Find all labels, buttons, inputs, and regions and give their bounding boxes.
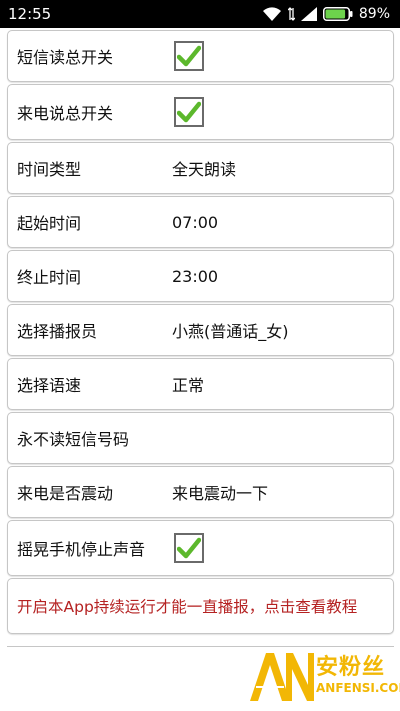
call-vibrate-row[interactable]: 来电是否震动 来电震动一下 [7, 466, 394, 518]
watermark-en: ANFENSI.COM [316, 680, 400, 695]
keep-running-notice-text: 开启本App持续运行才能一直播报，点击查看教程 [17, 598, 358, 616]
speech-rate-label: 选择语速 [17, 376, 82, 395]
watermark-cn: 安粉丝 [316, 654, 386, 680]
watermark-an-logo [246, 647, 316, 703]
status-time: 12:55 [8, 5, 52, 23]
shake-stop-label: 摇晃手机停止声音 [17, 540, 146, 559]
battery-icon [322, 7, 353, 21]
watermark-logo-icon [250, 653, 314, 701]
call-vibrate-value: 来电震动一下 [172, 484, 269, 503]
time-type-value: 全天朗读 [172, 160, 237, 179]
speech-rate-value: 正常 [172, 376, 205, 395]
settings-list: 短信读总开关 来电说总开关 时间类型 全天朗读 起始时间 07:00 终止时间 … [7, 30, 394, 636]
checkmark-icon [177, 101, 201, 123]
start-time-value: 07:00 [172, 212, 219, 232]
data-arrows-icon [287, 7, 295, 21]
call-vibrate-label: 来电是否震动 [17, 484, 114, 503]
call-speak-switch-checkbox[interactable] [174, 97, 204, 127]
status-icons: 89% [262, 6, 390, 22]
battery-percent: 89% [358, 6, 390, 22]
checkmark-icon [177, 45, 201, 67]
never-read-numbers-label: 永不读短信号码 [17, 430, 130, 449]
shake-stop-checkbox[interactable] [174, 533, 204, 563]
sms-read-switch-label: 短信读总开关 [17, 48, 114, 67]
call-speak-switch-label: 来电说总开关 [17, 104, 114, 123]
sms-read-switch-checkbox[interactable] [174, 41, 204, 71]
announcer-row[interactable]: 选择播报员 小燕(普通话_女) [7, 304, 394, 356]
shake-stop-row[interactable]: 摇晃手机停止声音 [7, 520, 394, 576]
start-time-row[interactable]: 起始时间 07:00 [7, 196, 394, 248]
end-time-label: 终止时间 [17, 268, 82, 287]
keep-running-tutorial-link[interactable]: 开启本App持续运行才能一直播报，点击查看教程 [7, 578, 394, 634]
call-speak-switch-row[interactable]: 来电说总开关 [7, 84, 394, 140]
end-time-row[interactable]: 终止时间 23:00 [7, 250, 394, 302]
checkmark-icon [177, 537, 201, 559]
time-type-label: 时间类型 [17, 160, 82, 179]
start-time-label: 起始时间 [17, 214, 82, 233]
announcer-value: 小燕(普通话_女) [172, 322, 289, 341]
end-time-value: 23:00 [172, 266, 219, 286]
time-type-row[interactable]: 时间类型 全天朗读 [7, 142, 394, 194]
speech-rate-row[interactable]: 选择语速 正常 [7, 358, 394, 410]
never-read-numbers-row[interactable]: 永不读短信号码 [7, 412, 394, 464]
signal-icon [300, 7, 317, 21]
sms-read-switch-row[interactable]: 短信读总开关 [7, 30, 394, 82]
status-bar: 12:55 89% [0, 0, 400, 28]
watermark: 安粉丝 ANFENSI.COM [246, 645, 400, 705]
watermark-text: 安粉丝 ANFENSI.COM [316, 654, 400, 695]
wifi-icon [262, 7, 281, 21]
announcer-label: 选择播报员 [17, 322, 98, 341]
